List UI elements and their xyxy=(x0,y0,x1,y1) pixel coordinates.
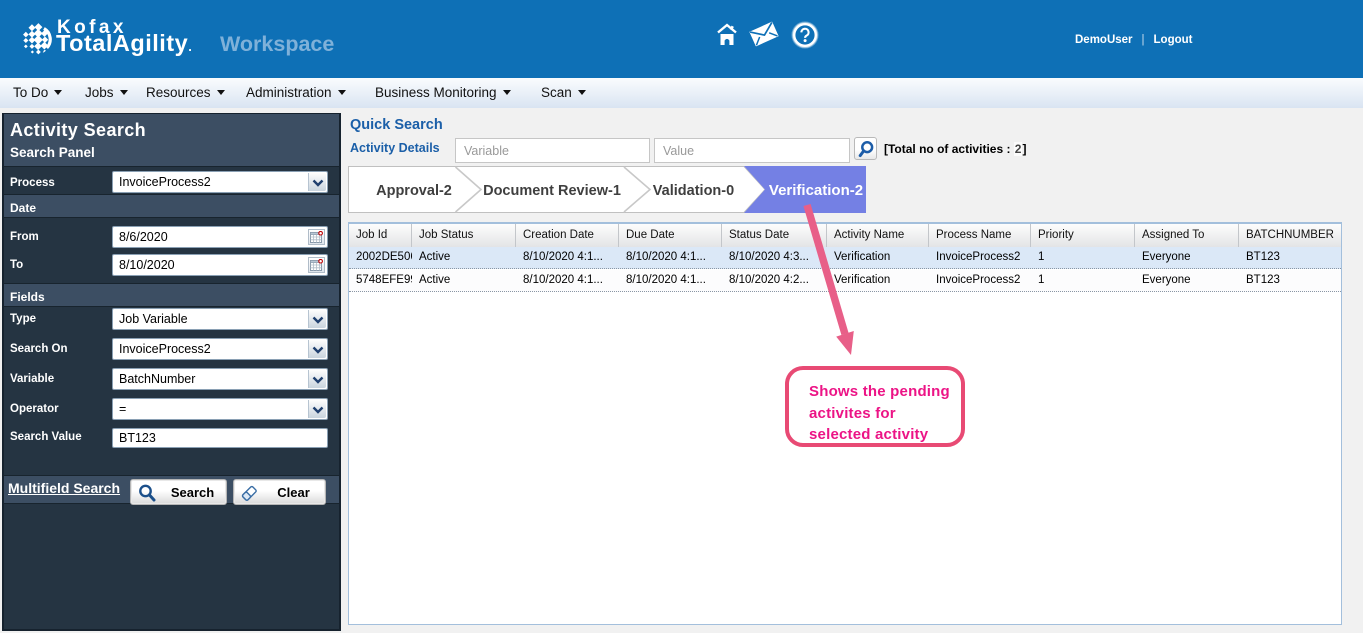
svg-text:Validation-0: Validation-0 xyxy=(653,183,734,199)
svg-text:Document Review-1: Document Review-1 xyxy=(483,183,621,199)
svg-text:Verification-2: Verification-2 xyxy=(769,182,863,199)
svg-text:Approval-2: Approval-2 xyxy=(376,183,452,199)
